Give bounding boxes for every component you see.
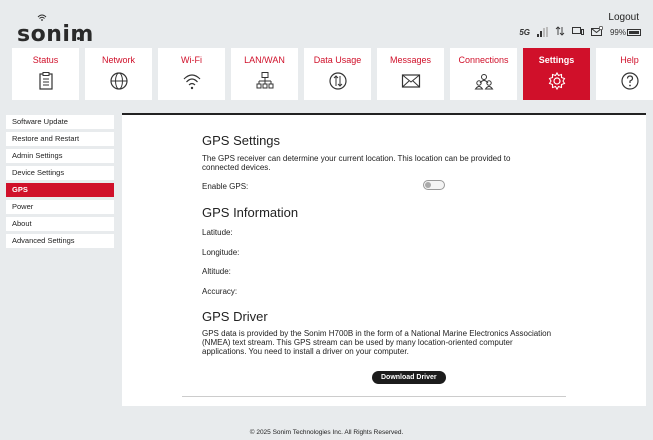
logo-wifi-icon	[37, 14, 47, 23]
battery-percent: 99%	[609, 27, 626, 37]
data-arrows-icon	[328, 72, 347, 90]
tab-lan-wan-label: LAN/WAN	[244, 55, 285, 65]
gear-icon	[548, 71, 565, 91]
tab-data-usage-label: Data Usage	[313, 55, 362, 65]
envelope-icon	[401, 74, 420, 88]
tab-network[interactable]: Network	[85, 48, 152, 100]
devices-icon	[571, 26, 584, 38]
altitude-label: Altitude:	[202, 267, 231, 276]
sidebar-item-software-update[interactable]: Software Update	[6, 115, 114, 129]
status-clipboard-icon	[38, 72, 53, 90]
globe-icon	[109, 72, 128, 90]
gps-settings-title: GPS Settings	[202, 133, 281, 148]
tab-lan-wan[interactable]: LAN/WAN	[231, 48, 298, 100]
gps-content-panel: GPS Settings The GPS receiver can determ…	[122, 113, 646, 406]
gps-information-title: GPS Information	[202, 205, 299, 220]
accuracy-label: Accuracy:	[202, 287, 238, 296]
tab-help[interactable]: Help	[596, 48, 653, 100]
help-icon	[620, 72, 639, 90]
sidebar-item-advanced-settings[interactable]: Advanced Settings	[6, 234, 114, 248]
gps-driver-text-line1: GPS data is provided by the Sonim H700B …	[202, 329, 552, 338]
battery-icon	[627, 28, 641, 36]
tab-network-label: Network	[101, 55, 135, 65]
main-nav: Status Network Wi-Fi LAN/WAN Data Usage …	[12, 48, 653, 100]
gps-driver-text-line2: (NMEA) text stream. This GPS stream can …	[202, 338, 513, 347]
content-divider	[182, 396, 566, 397]
logo-dot	[77, 37, 80, 40]
network-type-badge: 5G	[519, 27, 530, 37]
sidebar-item-power[interactable]: Power	[6, 200, 114, 214]
tab-status-label: Status	[32, 55, 59, 65]
wifi-icon	[183, 74, 200, 90]
tab-connections-label: Connections	[458, 55, 509, 65]
users-icon	[474, 74, 493, 90]
latitude-label: Latitude:	[202, 228, 233, 237]
tab-connections[interactable]: Connections	[450, 48, 517, 100]
sonim-logo: sonim	[17, 22, 94, 47]
gps-driver-text-line3: applications. You need to install a driv…	[202, 347, 409, 356]
sidebar-item-admin-settings[interactable]: Admin Settings	[6, 149, 114, 163]
tab-data-usage[interactable]: Data Usage	[304, 48, 371, 100]
tab-wifi[interactable]: Wi-Fi	[158, 48, 225, 100]
data-transfer-icon	[555, 26, 565, 38]
sidebar-item-restore-restart[interactable]: Restore and Restart	[6, 132, 114, 146]
tab-messages[interactable]: Messages	[377, 48, 444, 100]
battery-indicator: 99%	[610, 28, 641, 37]
gps-driver-title: GPS Driver	[202, 309, 268, 324]
message-notification-icon	[590, 25, 604, 38]
tab-settings[interactable]: Settings	[523, 48, 590, 100]
sidebar-item-gps[interactable]: GPS	[6, 183, 114, 197]
status-icons: 5G 99%	[519, 25, 641, 38]
enable-gps-toggle[interactable]	[423, 180, 445, 190]
gps-settings-description-line2: connected devices.	[202, 163, 271, 172]
tab-help-label: Help	[620, 55, 639, 65]
tab-status[interactable]: Status	[12, 48, 79, 100]
tab-wifi-label: Wi-Fi	[181, 55, 202, 65]
tab-settings-label: Settings	[538, 55, 575, 65]
longitude-label: Longitude:	[202, 248, 240, 257]
logout-link[interactable]: Logout	[608, 12, 639, 23]
tab-messages-label: Messages	[389, 55, 432, 65]
settings-sidebar: Software Update Restore and Restart Admi…	[6, 115, 114, 251]
enable-gps-label: Enable GPS:	[202, 182, 249, 191]
sidebar-item-about[interactable]: About	[6, 217, 114, 231]
signal-strength-icon	[536, 27, 548, 37]
gps-settings-description-line1: The GPS receiver can determine your curr…	[202, 154, 511, 163]
lan-network-icon	[256, 72, 273, 89]
sidebar-item-device-settings[interactable]: Device Settings	[6, 166, 114, 180]
download-driver-button[interactable]: Download Driver	[372, 371, 446, 384]
footer-copyright: © 2025 Sonim Technologies Inc. All Right…	[249, 429, 404, 436]
